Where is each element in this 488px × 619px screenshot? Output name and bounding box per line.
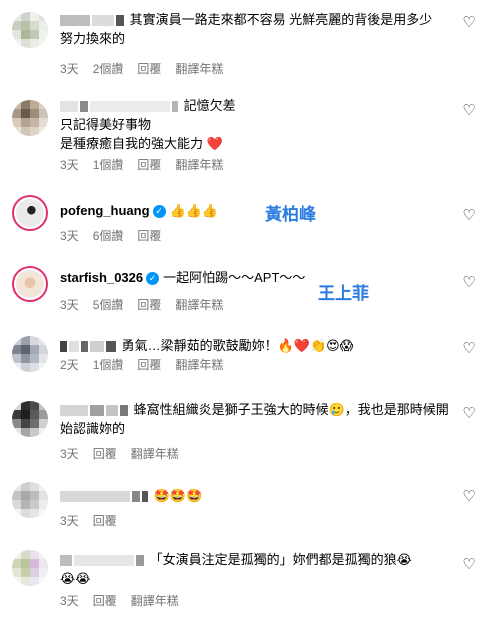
reply-button[interactable]: 回覆 — [93, 594, 117, 608]
translate-button[interactable]: 翻譯年糕 — [175, 158, 223, 172]
reply-button[interactable]: 回覆 — [137, 229, 161, 243]
timestamp: 3天 — [60, 229, 79, 243]
likes-count[interactable]: 5個讚 — [93, 298, 124, 312]
heart-outline-icon[interactable]: ♡ — [460, 405, 478, 423]
heart-outline-icon[interactable]: ♡ — [460, 556, 478, 574]
name-overlay-label: 黃柏峰 — [265, 205, 316, 225]
comment-meta: 3天 回覆 翻譯年糕 — [60, 593, 448, 609]
translate-button[interactable]: 翻譯年糕 — [175, 358, 223, 372]
timestamp: 3天 — [60, 594, 79, 608]
avatar[interactable] — [12, 12, 48, 48]
comment-text: starfish_0326 ✓ 一起阿怕踢～～APT～～ — [60, 270, 306, 286]
verified-badge-icon: ✓ — [146, 272, 160, 286]
comment-text: 只記得美好事物 — [60, 117, 152, 132]
heart-outline-icon[interactable]: ♡ — [460, 340, 478, 358]
heart-outline-icon[interactable]: ♡ — [460, 274, 478, 292]
avatar[interactable] — [12, 401, 48, 437]
reply-button[interactable]: 回覆 — [137, 358, 161, 372]
comment-text: 勇氣…梁靜茹的歌鼓勵妳！🔥❤️👏😍😱 — [60, 336, 448, 355]
comment-meta: 2天 1個讚 回覆 翻譯年糕 — [60, 357, 448, 373]
heart-outline-icon[interactable]: ♡ — [460, 102, 478, 120]
comment-meta: 3天 2個讚 回覆 翻譯年糕 — [60, 61, 448, 77]
likes-count[interactable]: 6個讚 — [93, 229, 124, 243]
comment-meta: 3天 回覆 翻譯年糕 — [60, 446, 448, 462]
username-redacted[interactable] — [60, 405, 88, 417]
comment-text: 😭😭 — [60, 571, 91, 586]
likes-count[interactable]: 1個讚 — [93, 358, 124, 372]
reply-button[interactable]: 回覆 — [137, 298, 161, 312]
username-redacted[interactable] — [60, 341, 67, 353]
timestamp: 3天 — [60, 158, 79, 172]
timestamp: 3天 — [60, 514, 79, 528]
username-redacted[interactable] — [60, 555, 72, 567]
translate-button[interactable]: 翻譯年糕 — [131, 447, 179, 461]
heart-outline-icon[interactable]: ♡ — [460, 488, 478, 506]
reply-button[interactable]: 回覆 — [93, 514, 117, 528]
avatar[interactable] — [12, 100, 48, 136]
comment-text: pofeng_huang ✓ 👍👍👍 — [60, 203, 219, 219]
reply-button[interactable]: 回覆 — [137, 62, 161, 76]
comment-meta: 3天 1個讚 回覆 翻譯年糕 — [60, 157, 448, 173]
avatar[interactable] — [12, 336, 48, 372]
comment-text: 始認識妳的 — [60, 421, 126, 436]
comment-text: 🤩🤩🤩 — [60, 486, 448, 505]
comment-meta: 3天 回覆 — [60, 513, 448, 529]
avatar[interactable] — [12, 266, 48, 302]
comment-meta: 3天 5個讚 回覆 翻譯年糕 — [60, 297, 448, 313]
username-redacted[interactable] — [60, 15, 90, 27]
comment-text: 記憶欠差 — [60, 96, 448, 115]
heart-outline-icon[interactable]: ♡ — [460, 207, 478, 225]
comment-text: 「女演員注定是孤獨的」妳們都是孤獨的狼😭 — [60, 550, 448, 569]
username-redacted[interactable] — [60, 101, 78, 113]
timestamp: 3天 — [60, 62, 79, 76]
heart-outline-icon[interactable]: ♡ — [460, 14, 478, 32]
avatar[interactable] — [12, 550, 48, 586]
username[interactable]: starfish_0326 — [60, 270, 143, 285]
reply-button[interactable]: 回覆 — [137, 158, 161, 172]
comment-meta: 3天 6個讚 回覆 — [60, 228, 448, 244]
comment-text: 是種療癒自我的強大能力 ❤️ — [60, 136, 223, 151]
username-redacted[interactable] — [60, 491, 130, 503]
comment-text: 努力換來的 — [60, 31, 126, 46]
avatar[interactable] — [12, 482, 48, 518]
timestamp: 2天 — [60, 358, 79, 372]
translate-button[interactable]: 翻譯年糕 — [131, 594, 179, 608]
username[interactable]: pofeng_huang — [60, 203, 150, 218]
timestamp: 3天 — [60, 298, 79, 312]
translate-button[interactable]: 翻譯年糕 — [175, 62, 223, 76]
avatar[interactable] — [12, 195, 48, 231]
verified-badge-icon: ✓ — [152, 205, 166, 219]
likes-count[interactable]: 2個讚 — [93, 62, 124, 76]
translate-button[interactable]: 翻譯年糕 — [175, 298, 223, 312]
timestamp: 3天 — [60, 447, 79, 461]
reply-button[interactable]: 回覆 — [93, 447, 117, 461]
name-overlay-label: 王上菲 — [318, 284, 369, 304]
comment-text: 蜂窩性組織炎是獅子王強大的時候🥲，我也是那時候開 — [60, 400, 449, 419]
likes-count[interactable]: 1個讚 — [93, 158, 124, 172]
comment-text: 其實演員一路走來都不容易 光鮮亮麗的背後是用多少 — [60, 10, 448, 29]
